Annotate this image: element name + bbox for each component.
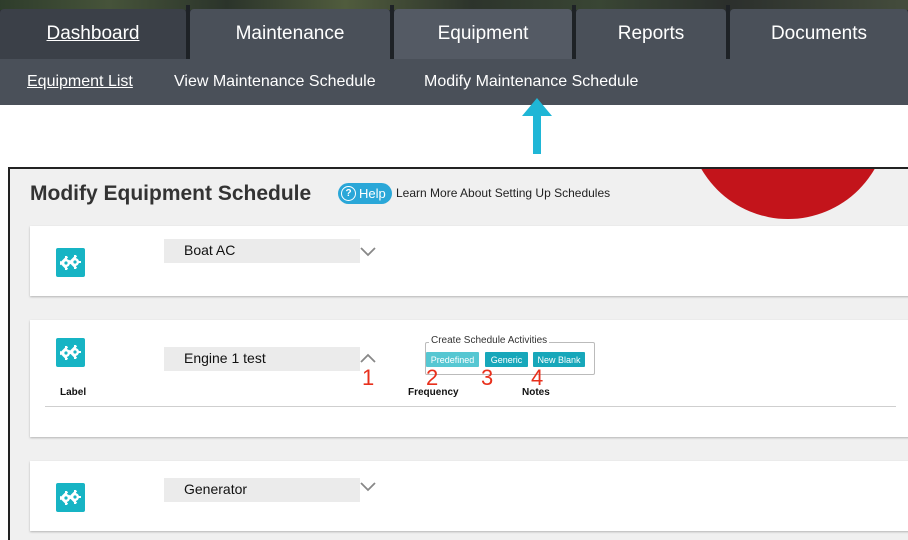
tab-equipment-label: Equipment (437, 23, 529, 44)
tab-dashboard-label: Dashboard (46, 23, 140, 44)
pointer-arrow-icon (522, 98, 552, 154)
schedule-panel: Modify Equipment Schedule ? Help Learn M… (8, 167, 908, 540)
subtab-equipment-list[interactable]: Equipment List (27, 73, 133, 95)
help-label: Help (359, 186, 386, 201)
background-decoration (688, 169, 888, 219)
chevron-down-icon[interactable] (360, 246, 376, 258)
tab-reports-label: Reports (617, 23, 685, 44)
annotation-number: 1 (362, 365, 375, 390)
equipment-card: Boat AC (30, 226, 908, 296)
page-title: Modify Equipment Schedule (30, 182, 312, 205)
top-navigation: Dashboard Maintenance Equipment Reports … (0, 0, 908, 65)
help-button[interactable]: ? Help (338, 183, 392, 204)
column-header-label: Label (60, 387, 87, 398)
tab-equipment[interactable]: Equipment (394, 9, 572, 59)
annotation-number: 3 (481, 365, 494, 390)
column-header-frequency: Frequency (408, 387, 459, 398)
help-link[interactable]: Learn More About Setting Up Schedules (396, 186, 610, 200)
subtab-view-maintenance-schedule[interactable]: View Maintenance Schedule (174, 73, 376, 95)
schedule-activities-legend: Create Schedule Activities (429, 335, 550, 346)
equipment-name-field[interactable]: Boat AC (164, 239, 360, 263)
screenshot: Dashboard Maintenance Equipment Reports … (0, 0, 908, 540)
equipment-name-field[interactable]: Engine 1 test (164, 347, 360, 371)
equipment-card: Generator (30, 461, 908, 531)
subtab-modify-maintenance-schedule[interactable]: Modify Maintenance Schedule (424, 73, 638, 95)
tab-documents[interactable]: Documents (730, 9, 908, 59)
gears-icon (56, 338, 85, 367)
chevron-down-icon[interactable] (360, 481, 376, 493)
help-icon: ? (341, 186, 356, 201)
column-header-notes: Notes (522, 387, 550, 398)
tab-reports[interactable]: Reports (576, 9, 726, 59)
equipment-name-field[interactable]: Generator (164, 478, 360, 502)
equipment-card: Engine 1 test Create Schedule Activities… (30, 320, 908, 437)
tab-maintenance[interactable]: Maintenance (190, 9, 390, 59)
divider (45, 406, 896, 407)
gears-icon (56, 483, 85, 512)
tab-dashboard[interactable]: Dashboard (0, 9, 186, 59)
tab-documents-label: Documents (770, 23, 868, 44)
tab-maintenance-label: Maintenance (235, 23, 345, 44)
chevron-up-icon[interactable] (360, 352, 376, 364)
gears-icon (56, 248, 85, 277)
